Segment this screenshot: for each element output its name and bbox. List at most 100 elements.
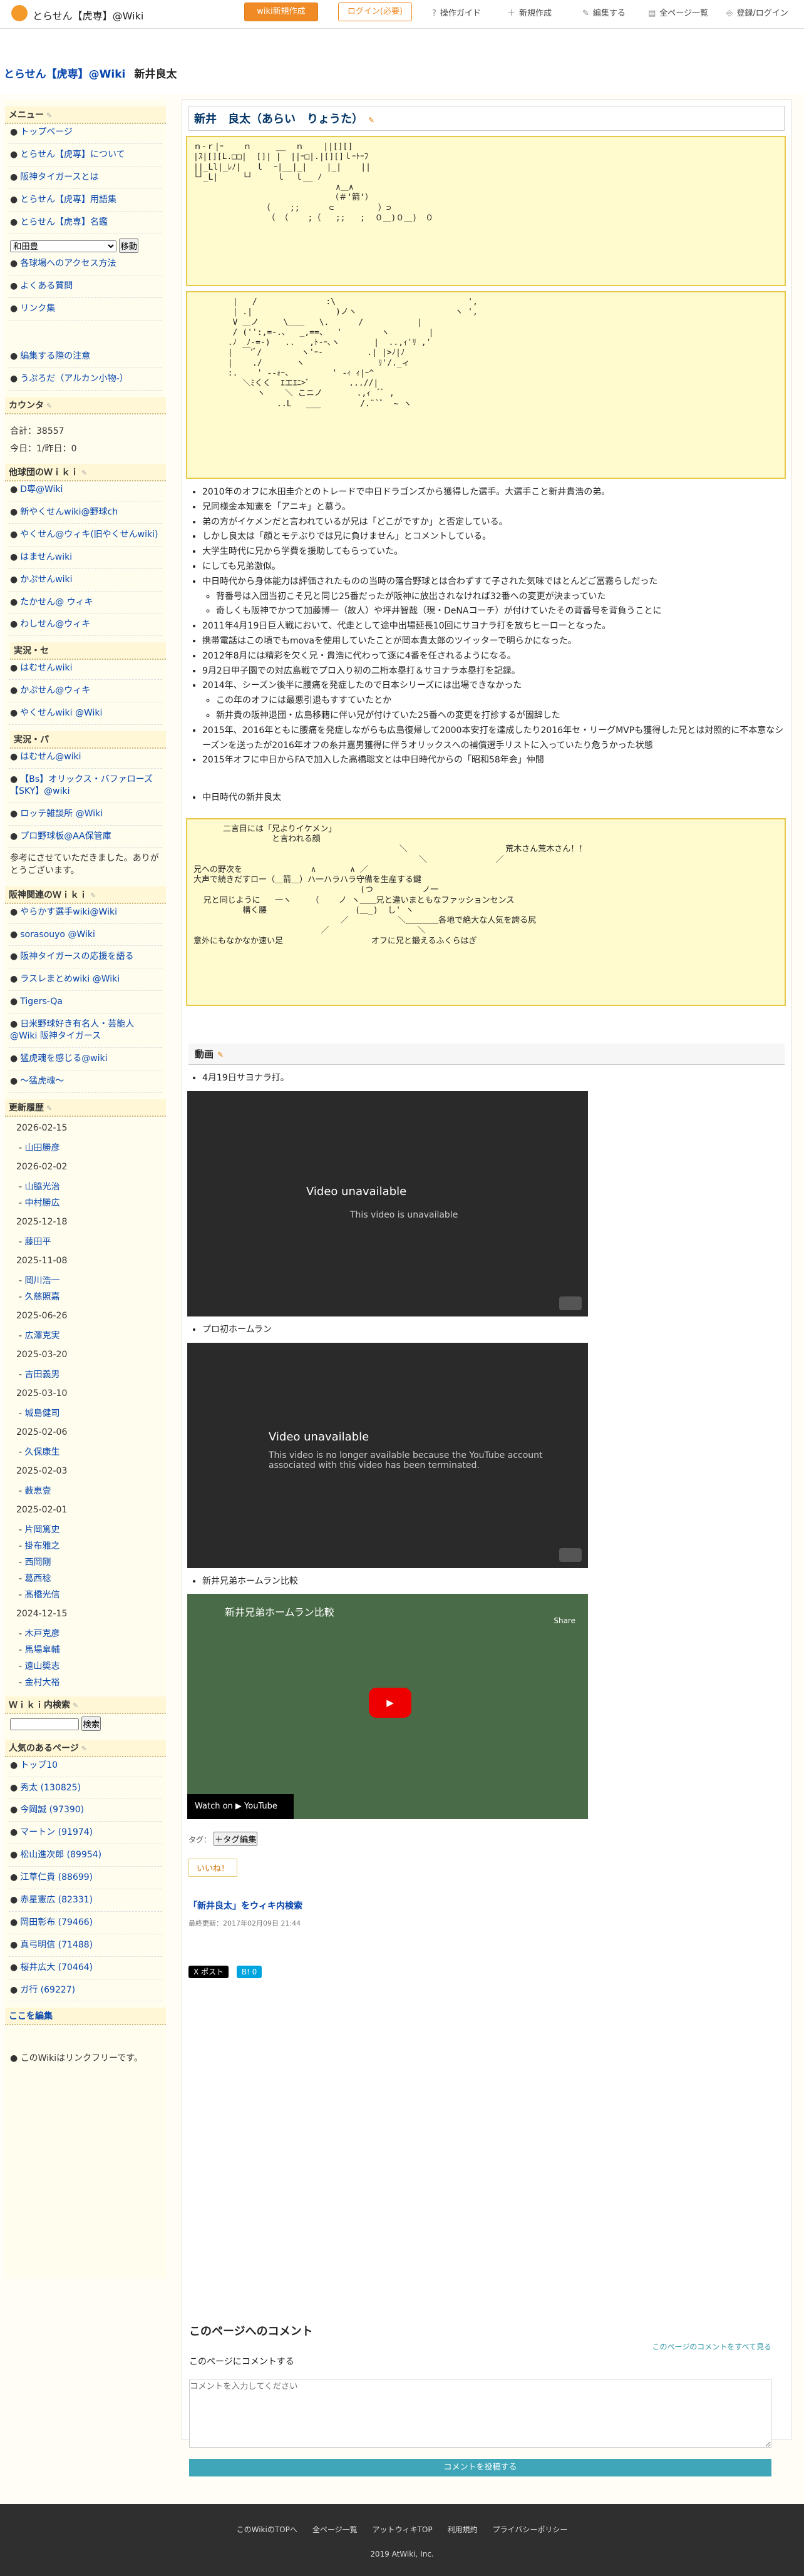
real-wiki-item-link[interactable]: かぷせん@ウィキ [20,685,90,695]
popular-item-link[interactable]: 真弓明信 (71488) [20,1940,93,1950]
wiki-search-input[interactable] [10,1718,79,1730]
update-link[interactable]: 城島健司 [25,1409,60,1419]
other-wiki-item[interactable]: ● D専@Wiki [5,481,166,498]
hanshin-wiki-item-link[interactable]: 日米野球好き有名人・芸能人@Wiki 阪神タイガース [10,1019,134,1041]
update-item[interactable]: - 久保康生 [5,1444,166,1460]
footer-link[interactable]: 全ページ一覧 [312,2525,358,2534]
edit-icon[interactable]: ✎ [46,402,52,410]
hanshin-wiki-item-link[interactable]: 〜猛虎魂〜 [20,1076,64,1086]
sidebar-item[interactable]: ● とらせん【虎専】名鑑 [5,214,166,231]
hanshin-wiki-item[interactable]: ● 猛虎魂を感じる@wiki [5,1050,166,1067]
hatena-button[interactable]: B! 0 [236,1966,262,1979]
sidebar-item[interactable]: ● とらせん【虎専】について [5,146,166,163]
sidebar-item[interactable]: ● リンク集 [5,300,166,317]
pa-wiki-item-link[interactable]: 【Bs】オリックス・バファローズ【SKY】@wiki [10,774,153,796]
create-wiki-button[interactable]: wiki新規作成 [244,3,318,21]
popular-item-link[interactable]: ガ行 (69227) [20,1985,75,1995]
wiki-search-link[interactable]: 「新井良太」をウィキ内検索 [188,1899,785,1912]
update-link[interactable]: 薮恵壹 [25,1486,51,1496]
footer-link[interactable]: 利用規約 [448,2525,478,2534]
update-link[interactable]: 金村大裕 [25,1678,60,1688]
nav-new[interactable]: ＋新規作成 [507,6,552,18]
sidebar-item-link[interactable]: リンク集 [20,304,55,314]
real-wiki-item[interactable]: ● はむせんwiki [5,660,166,677]
sidebar-item[interactable]: ● うぷろだ（アルカン小物-） [5,371,166,387]
sidebar-item-link[interactable]: とらせん【虎専】について [20,150,125,160]
popular-item-link[interactable]: マートン (91974) [20,1827,93,1837]
update-link[interactable]: 久慈照嘉 [25,1292,60,1302]
nav-guide[interactable]: ? 操作ガイド [432,6,481,18]
hanshin-wiki-item-link[interactable]: 猛虎魂を感じる@wiki [20,1054,107,1064]
edit-icon[interactable]: ✎ [81,469,87,477]
update-item[interactable]: - 中村勝広 [5,1194,166,1211]
popular-item-link[interactable]: 岡田彰布 (79466) [20,1917,93,1927]
popular-item[interactable]: ● 江草仁貴 (88699) [5,1869,166,1886]
other-wiki-item[interactable]: ● わしせん@ウィキ [5,616,166,633]
page-select[interactable]: 和田豊 [10,240,116,253]
update-item[interactable]: - 山脇光治 [5,1178,166,1194]
popular-item-link[interactable]: トップ10 [20,1760,58,1770]
update-link[interactable]: 掛布雅之 [25,1541,60,1551]
update-item[interactable]: - 西岡剛 [5,1554,166,1570]
other-wiki-item[interactable]: ● 新やくせんwiki@野球ch [5,504,166,521]
pa-wiki-item-link[interactable]: ロッテ雑談所 @Wiki [20,809,103,819]
popular-item-link[interactable]: 秀太 (130825) [20,1783,81,1793]
edit-here-link[interactable]: ここを編集 [9,2011,53,2021]
popular-item[interactable]: ● ガ行 (69227) [5,1982,166,1999]
real-wiki-item-link[interactable]: はむせんwiki [20,663,72,673]
tag-edit-button[interactable]: ＋タグ編集 [213,1832,258,1847]
pa-wiki-item[interactable]: ● はむせん@wiki [5,749,166,766]
sidebar-item[interactable]: ● とらせん【虎専】用語集 [5,192,166,208]
edit-icon[interactable]: ✎ [81,1745,87,1753]
hanshin-wiki-item-link[interactable]: やらかす選手wiki@Wiki [20,907,117,917]
update-item[interactable]: - 城島健司 [5,1405,166,1421]
update-item[interactable]: - 髙橋光信 [5,1586,166,1603]
comment-submit-button[interactable]: コメントを投稿する [189,2459,771,2476]
popular-item-link[interactable]: 今岡誠 (97390) [20,1805,84,1815]
update-link[interactable]: 藤田平 [25,1237,51,1247]
other-wiki-item-link[interactable]: はませんwiki [20,552,72,562]
popular-item[interactable]: ● 松山進次郎 (89954) [5,1847,166,1864]
sidebar-item-link[interactable]: よくある質問 [20,281,73,291]
update-link[interactable]: 久保康生 [25,1447,60,1457]
edit-icon[interactable]: ✎ [73,1701,78,1710]
update-item[interactable]: - 馬場皐輔 [5,1641,166,1658]
video-player-2[interactable]: Video unavailable This video is no longe… [187,1342,588,1568]
update-item[interactable]: - 藤田平 [5,1233,166,1250]
hanshin-wiki-item-link[interactable]: 阪神タイガースの応援を語る [20,952,133,962]
popular-item[interactable]: ● 今岡誠 (97390) [5,1802,166,1819]
update-item[interactable]: - 広澤克実 [5,1327,166,1343]
update-item[interactable]: - 山田勝彦 [5,1139,166,1156]
sidebar-item[interactable]: ● 阪神タイガースとは [5,169,166,186]
update-link[interactable]: 遠山奬志 [25,1661,60,1671]
update-link[interactable]: 片岡篤史 [25,1525,60,1535]
pa-wiki-item[interactable]: ● プロ野球板@AA保管庫 [5,828,166,845]
other-wiki-item-link[interactable]: やくせん@ウィキ(旧やくせんwiki) [20,530,158,540]
sidebar-item[interactable]: ● トップページ [5,124,166,141]
edit-icon[interactable]: ✎ [217,1050,224,1059]
search-button[interactable]: 検索 [81,1716,101,1731]
hanshin-wiki-item[interactable]: ● やらかす選手wiki@Wiki [5,904,166,921]
comment-input[interactable] [189,2379,771,2448]
nav-all-pages[interactable]: ▤ 全ページ一覧 [648,6,708,18]
youtube-icon[interactable] [559,1547,582,1562]
update-item[interactable]: - 薮恵壹 [5,1482,166,1499]
footer-link[interactable]: このWikiのTOPへ [237,2525,297,2534]
other-wiki-item-link[interactable]: たかせん@ ウィキ [20,597,93,607]
other-wiki-item-link[interactable]: D専@Wiki [20,485,63,495]
update-link[interactable]: 山田勝彦 [25,1143,60,1153]
footer-link[interactable]: アットウィキTOP [373,2525,433,2534]
real-wiki-item-link[interactable]: やくせんwiki @Wiki [20,708,102,718]
pa-wiki-item-link[interactable]: はむせん@wiki [20,752,81,762]
hanshin-wiki-item[interactable]: ● sorasouyo @Wiki [5,926,166,943]
update-link[interactable]: 広澤克実 [25,1331,60,1341]
other-wiki-item[interactable]: ● やくせん@ウィキ(旧やくせんwiki) [5,526,166,543]
wiki-logo[interactable] [11,5,28,21]
pa-wiki-item[interactable]: ● 【Bs】オリックス・バファローズ【SKY】@wiki [5,771,166,800]
popular-item[interactable]: ● 赤星憲広 (82331) [5,1892,166,1909]
nav-edit[interactable]: ✎ 編集する [582,6,626,18]
sidebar-item[interactable]: ● 編集する際の注意 [5,348,166,365]
sidebar-item-link[interactable]: 編集する際の注意 [20,351,90,361]
popular-item[interactable]: ● マートン (91974) [5,1824,166,1841]
hanshin-wiki-item-link[interactable]: ラスレまとめwiki @Wiki [20,974,120,984]
